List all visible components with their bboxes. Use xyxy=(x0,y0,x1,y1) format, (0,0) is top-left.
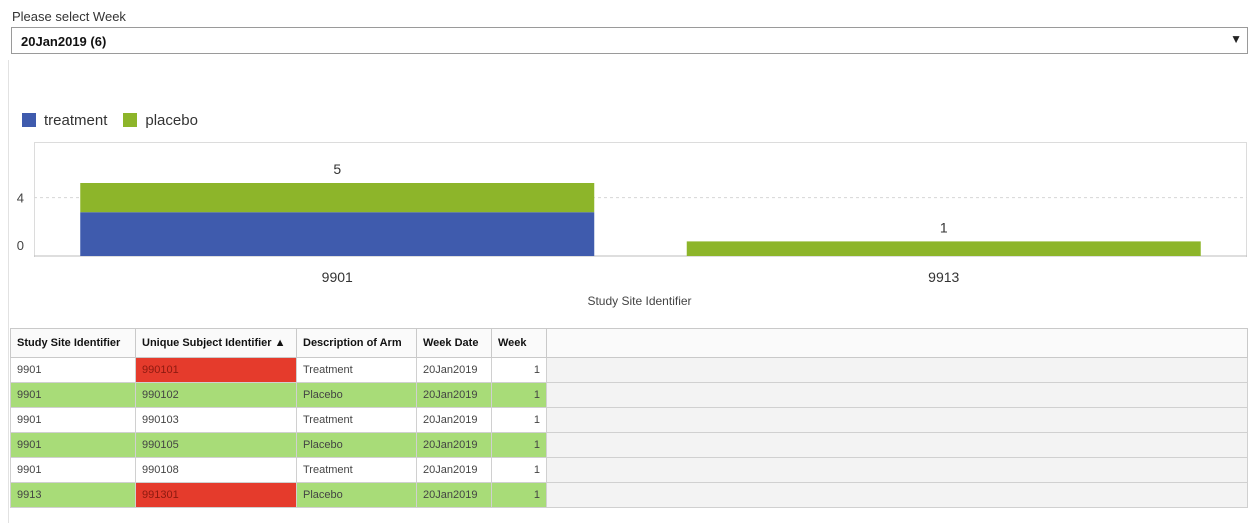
bar-total-label: 5 xyxy=(333,161,341,177)
cell-arm: Placebo xyxy=(296,482,417,508)
cell-week: 1 xyxy=(491,457,547,483)
table-row[interactable]: 9901 990101 Treatment 20Jan2019 1 xyxy=(10,357,1248,383)
cell-week-date: 20Jan2019 xyxy=(416,482,492,508)
cell-week: 1 xyxy=(491,382,547,408)
stacked-bar-chart: 0 4 5 9901 1 9913 xyxy=(17,161,1247,285)
cell-subject: 990108 xyxy=(135,457,297,483)
col-header-week-date[interactable]: Week Date xyxy=(416,328,492,358)
table-row[interactable]: 9901 990105 Placebo 20Jan2019 1 xyxy=(10,432,1248,458)
bar-placebo xyxy=(686,241,1201,256)
cell-subject: 990101 xyxy=(135,357,297,383)
row-filler xyxy=(546,357,1248,383)
row-filler xyxy=(546,382,1248,408)
cell-week-date: 20Jan2019 xyxy=(416,357,492,383)
cell-arm: Treatment xyxy=(296,357,417,383)
cell-week-date: 20Jan2019 xyxy=(416,432,492,458)
col-header-site[interactable]: Study Site Identifier xyxy=(10,328,136,358)
table-row[interactable]: 9901 990103 Treatment 20Jan2019 1 xyxy=(10,407,1248,433)
y-tick-label: 4 xyxy=(17,191,24,206)
cell-site: 9913 xyxy=(10,482,136,508)
cell-site: 9901 xyxy=(10,382,136,408)
cell-subject: 991301 xyxy=(135,482,297,508)
col-header-filler xyxy=(546,328,1248,358)
y-tick-label: 0 xyxy=(17,238,24,253)
cell-arm: Placebo xyxy=(296,382,417,408)
cell-arm: Treatment xyxy=(296,407,417,433)
row-filler xyxy=(546,482,1248,508)
table-row[interactable]: 9913 991301 Placebo 20Jan2019 1 xyxy=(10,482,1248,508)
cell-week-date: 20Jan2019 xyxy=(416,382,492,408)
table-row[interactable]: 9901 990108 Treatment 20Jan2019 1 xyxy=(10,457,1248,483)
row-filler xyxy=(546,432,1248,458)
x-axis-title: Study Site Identifier xyxy=(587,294,692,308)
bar-placebo xyxy=(80,183,595,213)
table-row[interactable]: 9901 990102 Placebo 20Jan2019 1 xyxy=(10,382,1248,408)
row-filler xyxy=(546,457,1248,483)
cell-subject: 990105 xyxy=(135,432,297,458)
col-header-subject[interactable]: Unique Subject Identifier ▲ xyxy=(135,328,297,358)
cell-site: 9901 xyxy=(10,407,136,433)
col-header-arm[interactable]: Description of Arm xyxy=(296,328,417,358)
cell-subject: 990102 xyxy=(135,382,297,408)
cell-week-date: 20Jan2019 xyxy=(416,457,492,483)
cell-subject: 990103 xyxy=(135,407,297,433)
cell-week: 1 xyxy=(491,407,547,433)
cell-site: 9901 xyxy=(10,432,136,458)
cell-site: 9901 xyxy=(10,457,136,483)
cell-week: 1 xyxy=(491,482,547,508)
subjects-table: Study Site Identifier Unique Subject Ide… xyxy=(10,328,1248,508)
cell-arm: Treatment xyxy=(296,457,417,483)
col-header-week[interactable]: Week xyxy=(491,328,547,358)
x-tick-label: 9901 xyxy=(322,269,353,285)
cell-week: 1 xyxy=(491,357,547,383)
table-header-row: Study Site Identifier Unique Subject Ide… xyxy=(10,328,1248,358)
bar-treatment xyxy=(80,212,595,256)
x-tick-label: 9913 xyxy=(928,269,959,285)
cell-site: 9901 xyxy=(10,357,136,383)
cell-week: 1 xyxy=(491,432,547,458)
bar-total-label: 1 xyxy=(940,219,948,235)
row-filler xyxy=(546,407,1248,433)
cell-arm: Placebo xyxy=(296,432,417,458)
cell-week-date: 20Jan2019 xyxy=(416,407,492,433)
